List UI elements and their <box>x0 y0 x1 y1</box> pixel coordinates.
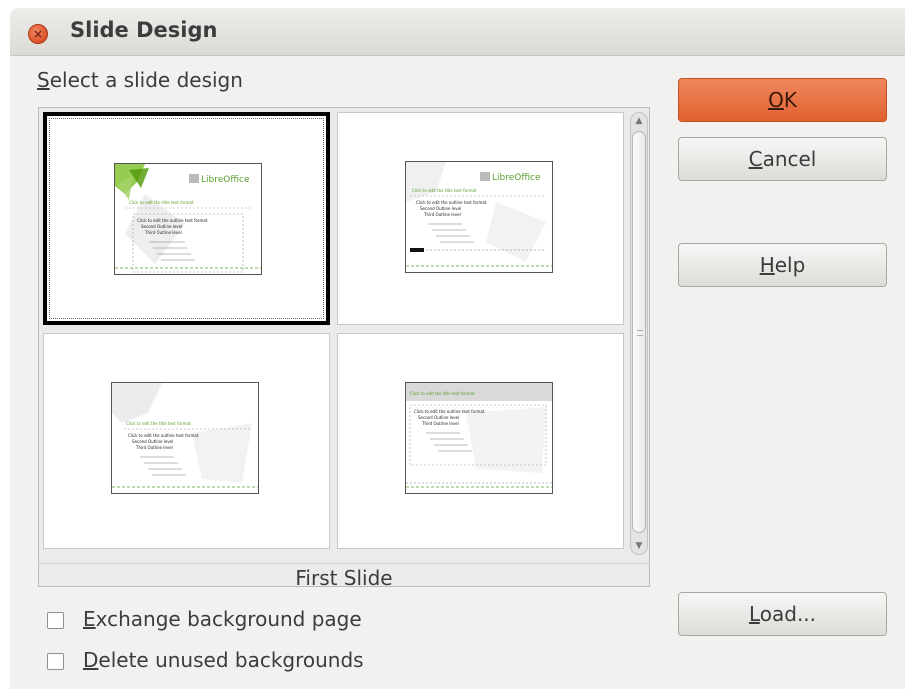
cancel-button[interactable]: Cancel <box>678 137 887 181</box>
select-design-mnemonic: S <box>37 68 50 92</box>
outline-level-3: Third Outline level <box>135 445 173 450</box>
ok-mnemonic: O <box>768 88 784 112</box>
selected-design-caption: First Slide <box>38 563 650 592</box>
load-button[interactable]: Load... <box>678 592 887 636</box>
exchange-background-checkbox[interactable] <box>47 612 64 629</box>
design-tile-1[interactable]: LibreOffice Click to edit the title text… <box>43 112 330 325</box>
design-preview-1: LibreOffice Click to edit the title text… <box>115 164 261 273</box>
design-preview-4: Click to edit the title text format Clic… <box>406 383 552 488</box>
delete-unused-mnemonic: D <box>83 648 99 672</box>
load-label: oad... <box>759 602 817 626</box>
slide-thumbnail: Click to edit the title text format Clic… <box>405 382 553 494</box>
cancel-mnemonic: C <box>748 147 763 171</box>
brand-logo-text: LibreOffice <box>201 175 250 185</box>
brand-logo-text: LibreOffice <box>492 173 541 183</box>
exchange-background-mnemonic: E <box>83 607 96 631</box>
title-bar: × Slide Design <box>10 8 905 56</box>
help-label: elp <box>774 253 806 277</box>
title-placeholder: Click to edit the title text format <box>412 188 477 193</box>
help-mnemonic: H <box>759 253 775 277</box>
design-tile-4[interactable]: Click to edit the title text format Clic… <box>337 333 624 549</box>
design-preview-3: Click to edit the title text format Clic… <box>112 383 258 488</box>
slide-thumbnail: LibreOffice Click to edit the title text… <box>405 161 553 273</box>
slide-thumbnail: Click to edit the title text format Clic… <box>111 382 259 494</box>
title-placeholder: Click to edit the title text format <box>410 391 475 396</box>
outline-level-2: Second Outline level <box>418 415 459 420</box>
outline-level-2: Second Outline level <box>132 439 173 444</box>
design-gallery: LibreOffice Click to edit the title text… <box>38 107 650 587</box>
grip-icon <box>637 330 643 336</box>
select-design-label-text: elect a slide design <box>49 68 243 92</box>
outline-level-1: Click to edit the outline text format <box>416 200 487 205</box>
help-button[interactable]: Help <box>678 243 887 287</box>
outline-level-3: Third Outline level <box>421 421 459 426</box>
scroll-down-icon[interactable]: ▼ <box>633 540 645 552</box>
outline-level-1: Click to edit the outline text format <box>414 409 485 414</box>
outline-level-2: Second Outline level <box>420 206 461 211</box>
outline-level-1: Click to edit the outline text format <box>128 433 199 438</box>
outline-level-3: Third Outline level <box>144 230 182 235</box>
title-placeholder: Click to edit the title text format <box>126 421 191 426</box>
ok-label: K <box>783 88 797 112</box>
design-tile-3[interactable]: Click to edit the title text format Clic… <box>43 333 330 549</box>
outline-level-2: Second Outline level <box>141 224 182 229</box>
gallery-scrollbar[interactable]: ▲ ▼ <box>630 112 648 555</box>
load-mnemonic: L <box>748 602 760 626</box>
ok-button[interactable]: OK <box>678 78 887 122</box>
title-placeholder: Click to edit the title text format <box>129 200 194 205</box>
design-tile-2[interactable]: LibreOffice Click to edit the title text… <box>337 112 624 325</box>
delete-unused-label-text: elete unused backgrounds <box>98 648 364 672</box>
delete-unused-checkbox[interactable] <box>47 653 64 670</box>
select-design-label: Select a slide design <box>37 68 243 92</box>
outline-level-3: Third Outline level <box>423 212 461 217</box>
design-preview-2: LibreOffice Click to edit the title text… <box>406 162 552 267</box>
slide-thumbnail: LibreOffice Click to edit the title text… <box>114 163 262 275</box>
delete-unused-label[interactable]: Delete unused backgrounds <box>83 648 364 672</box>
close-icon[interactable]: × <box>28 24 48 44</box>
outline-level-1: Click to edit the outline text format <box>137 218 208 223</box>
scroll-up-icon[interactable]: ▲ <box>633 115 645 127</box>
scrollbar-thumb[interactable] <box>632 131 646 533</box>
exchange-background-label[interactable]: Exchange background page <box>83 607 362 631</box>
slide-design-dialog: × Slide Design Select a slide design Lib… <box>10 8 905 689</box>
cancel-label: ancel <box>762 147 817 171</box>
exchange-background-label-text: xchange background page <box>95 607 362 631</box>
dialog-title: Slide Design <box>70 18 218 42</box>
